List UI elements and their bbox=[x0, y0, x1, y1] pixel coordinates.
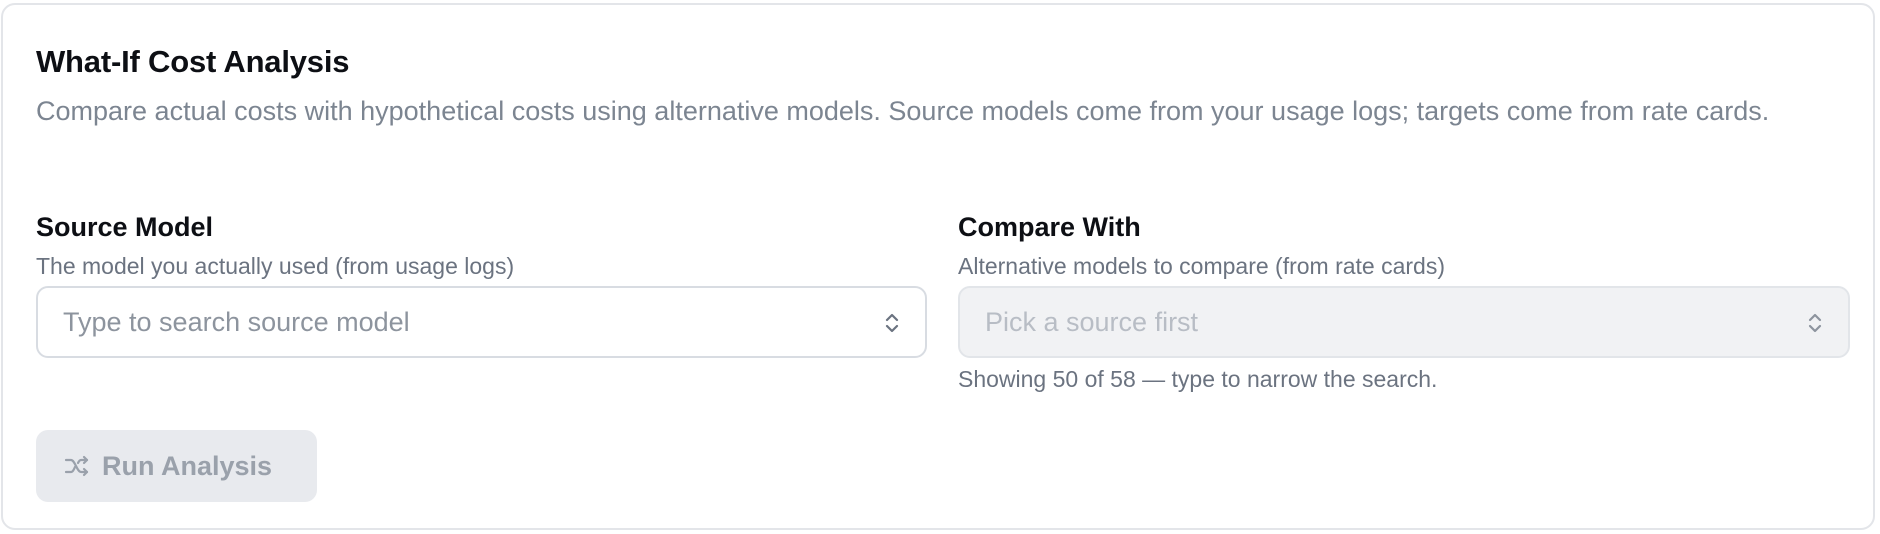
card-description: Compare actual costs with hypothetical c… bbox=[36, 96, 1770, 126]
source-model-select[interactable]: Type to search source model bbox=[36, 286, 927, 358]
shuffle-icon bbox=[64, 455, 89, 477]
run-analysis-label: Run Analysis bbox=[102, 451, 273, 481]
chevron-up-down-icon bbox=[885, 313, 899, 333]
results-count-note: Showing 50 of 58 — type to narrow the se… bbox=[958, 366, 1438, 392]
compare-with-label: Compare With bbox=[958, 212, 1141, 242]
compare-with-help: Alternative models to compare (from rate… bbox=[958, 253, 1446, 279]
source-model-placeholder: Type to search source model bbox=[63, 307, 410, 337]
source-model-label: Source Model bbox=[36, 212, 214, 242]
compare-with-placeholder: Pick a source first bbox=[985, 307, 1199, 337]
source-model-help: The model you actually used (from usage … bbox=[36, 253, 515, 279]
chevron-up-down-icon bbox=[1808, 313, 1822, 333]
compare-with-select[interactable]: Pick a source first bbox=[958, 286, 1850, 358]
what-if-card: What-If Cost Analysis Compare actual cos… bbox=[1, 3, 1875, 530]
run-analysis-button[interactable]: Run Analysis bbox=[36, 430, 317, 502]
card-title: What-If Cost Analysis bbox=[36, 44, 350, 79]
